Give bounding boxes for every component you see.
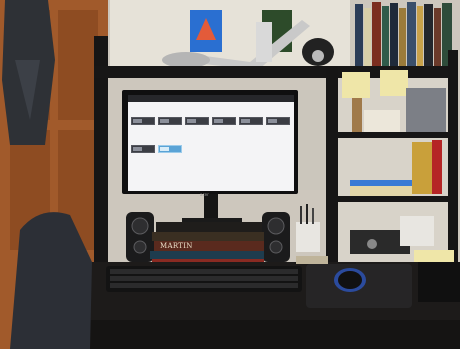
folder-stack xyxy=(406,88,446,132)
screen-tile[interactable] xyxy=(239,117,263,125)
screen-tile[interactable] xyxy=(266,117,290,125)
hutch-divider xyxy=(326,66,338,266)
monitor-stand xyxy=(204,194,218,222)
white-box xyxy=(364,110,400,132)
screen-titlebar xyxy=(128,95,294,102)
pen-cup xyxy=(296,222,320,252)
sticky-note xyxy=(342,72,370,98)
book-spine-text: MARTIN xyxy=(160,242,193,250)
screen-tile[interactable] xyxy=(131,117,155,125)
screen-tile[interactable] xyxy=(212,117,236,125)
screen-tile[interactable] xyxy=(131,145,155,153)
screen-tile-selected[interactable] xyxy=(158,145,182,153)
hutch-middle-shelf xyxy=(338,132,450,138)
pitcher xyxy=(412,142,432,194)
coaster xyxy=(296,256,328,264)
bottle xyxy=(256,22,272,62)
monitor-screen xyxy=(128,95,294,191)
mouse xyxy=(338,271,362,289)
desk-photo: MARTIN acer xyxy=(0,0,460,349)
sticky-note xyxy=(380,70,408,96)
notebook xyxy=(418,262,460,302)
screen-tile[interactable] xyxy=(158,117,182,125)
pencil-bin xyxy=(400,216,434,246)
monitor-brand-logo: acer xyxy=(200,192,209,197)
top-shelf-books xyxy=(355,2,452,68)
screen-tile[interactable] xyxy=(185,117,209,125)
